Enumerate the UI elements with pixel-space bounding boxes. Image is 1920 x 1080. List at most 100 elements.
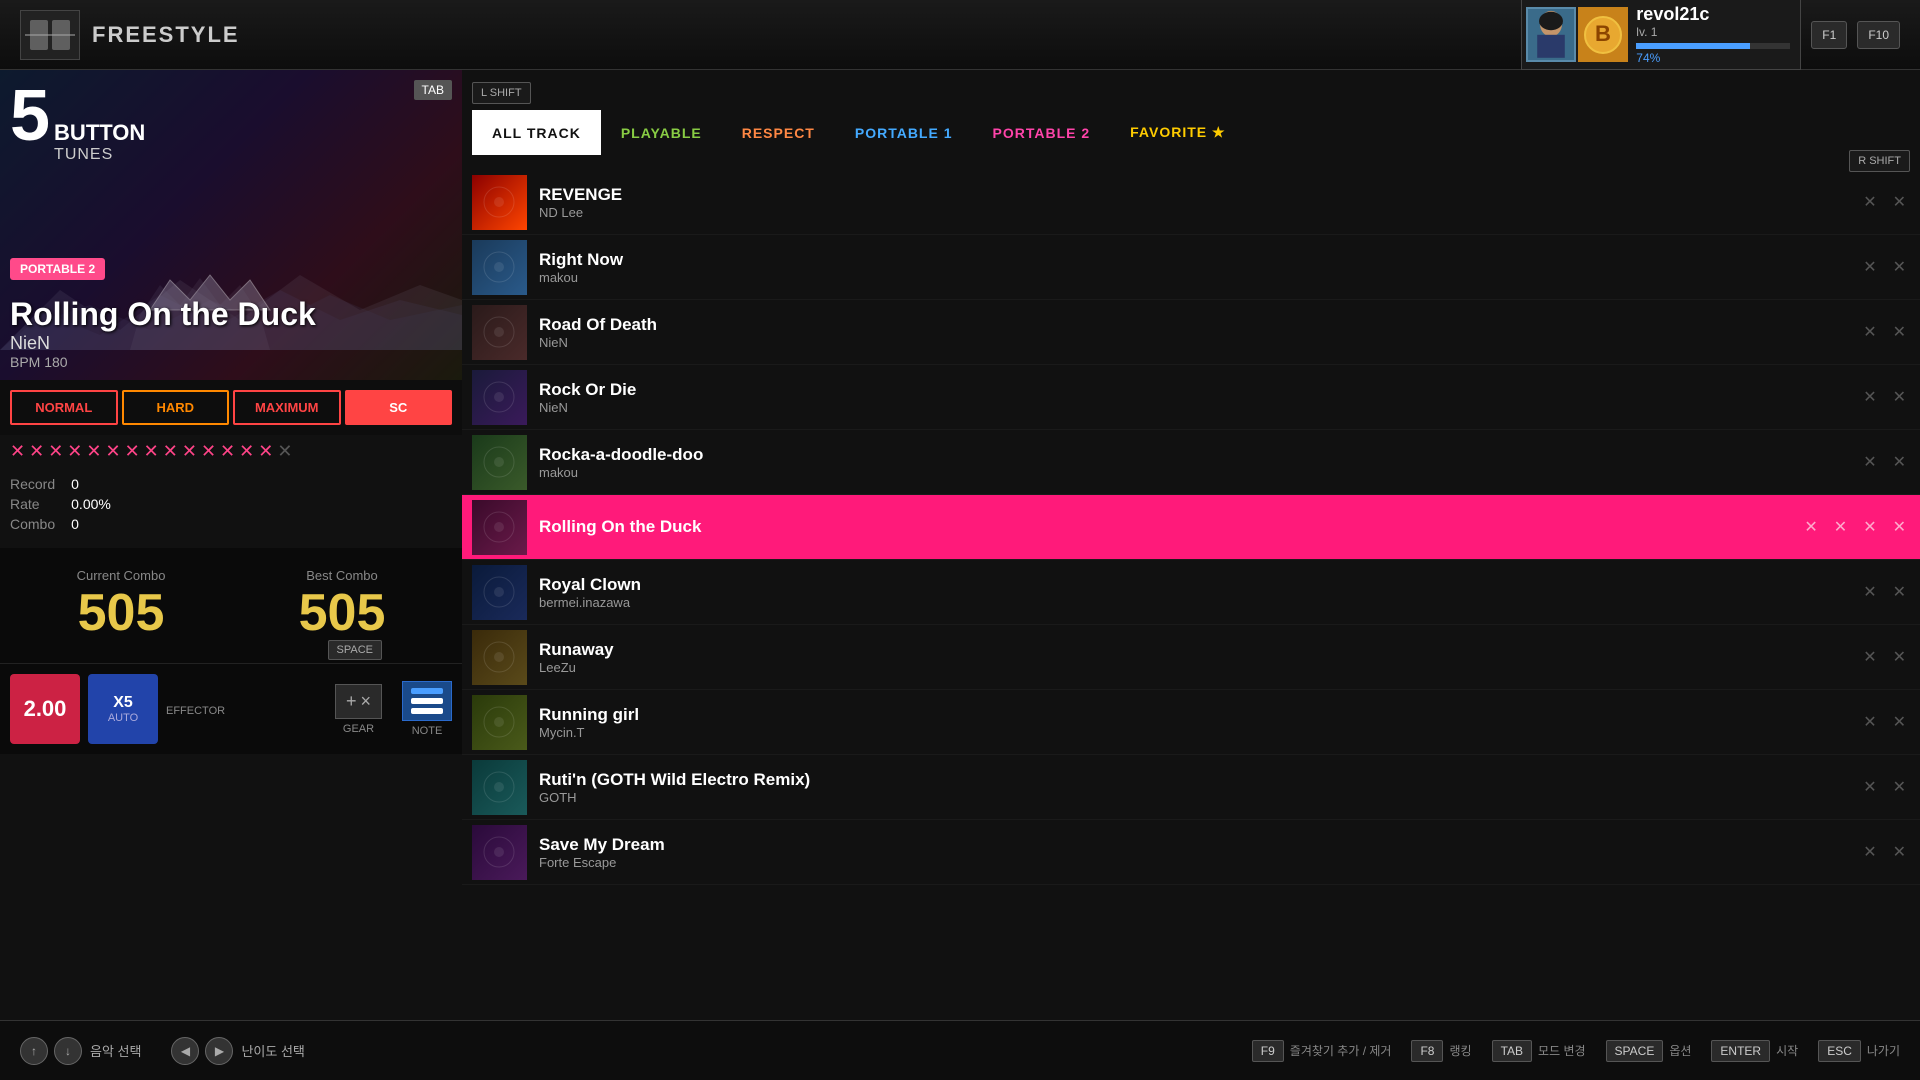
f1-button[interactable]: F1	[1811, 21, 1847, 49]
record-value: 0	[71, 476, 452, 492]
difficulty-hard[interactable]: HARD	[122, 390, 230, 425]
star-4: ✕	[67, 441, 82, 462]
lshift-badge: L SHIFT	[472, 82, 531, 104]
track-item-8[interactable]: Runaway LeeZu ✕ ✕	[462, 625, 1920, 690]
track-name-10: Ruti'n (GOTH Wild Electro Remix)	[539, 770, 1859, 790]
track-x1-9[interactable]: ✕	[1859, 708, 1880, 736]
tab-hint: TAB 모드 변경	[1492, 1040, 1586, 1062]
difficulty-sc[interactable]: SC	[345, 390, 453, 425]
right-arrow-icon[interactable]: ▶	[205, 1037, 233, 1065]
track-x2-9[interactable]: ✕	[1889, 708, 1910, 736]
song-bpm: BPM 180	[10, 354, 316, 370]
track-x1-3[interactable]: ✕	[1859, 318, 1880, 346]
track-actions-9: ✕ ✕	[1859, 708, 1910, 736]
track-item-4[interactable]: Rock Or Die NieN ✕ ✕	[462, 365, 1920, 430]
tab-portable1[interactable]: PORTABLE 1	[835, 110, 973, 155]
difficulty-maximum[interactable]: MAXIMUM	[233, 390, 341, 425]
difficulty-normal[interactable]: NORMAL	[10, 390, 118, 425]
tab-playable[interactable]: PLAYABLE	[601, 110, 722, 155]
f9-key[interactable]: F9	[1252, 1040, 1284, 1062]
track-actions-8: ✕ ✕	[1859, 643, 1910, 671]
track-x1-1[interactable]: ✕	[1859, 188, 1880, 216]
gear-button[interactable]: + ×	[335, 684, 382, 719]
track-item-6[interactable]: Rolling On the Duck ✕ ✕ ✕ ✕	[462, 495, 1920, 560]
enter-hint: ENTER 시작	[1711, 1040, 1798, 1062]
combo-area: Current Combo 505 Best Combo 505	[0, 548, 462, 663]
plus-icon: +	[346, 691, 357, 712]
track-x1-7[interactable]: ✕	[1859, 578, 1880, 606]
note-area: NOTE	[402, 681, 452, 737]
rating-row: ✕ ✕ ✕ ✕ ✕ ✕ ✕ ✕ ✕ ✕ ✕ ✕ ✕ ✕ ✕	[0, 435, 462, 468]
track-thumb-1	[472, 175, 527, 230]
track-item-5[interactable]: Rocka-a-doodle-doo makou ✕ ✕	[462, 430, 1920, 495]
music-select-group: ↑ ↓ 음악 선택	[20, 1037, 141, 1065]
track-item-3[interactable]: Road Of Death NieN ✕ ✕	[462, 300, 1920, 365]
gear-area: + × GEAR	[335, 684, 382, 735]
enter-key[interactable]: ENTER	[1711, 1040, 1770, 1062]
track-x2-5[interactable]: ✕	[1889, 448, 1910, 476]
track-x2-10[interactable]: ✕	[1889, 773, 1910, 801]
down-arrow-icon[interactable]: ↓	[54, 1037, 82, 1065]
track-x1-4[interactable]: ✕	[1859, 383, 1880, 411]
track-name-2: Right Now	[539, 250, 1859, 270]
track-info-4: Rock Or Die NieN	[539, 380, 1859, 415]
f10-button[interactable]: F10	[1857, 21, 1900, 49]
tab-all-track[interactable]: ALL TRACK	[472, 110, 601, 155]
track-x1-2[interactable]: ✕	[1859, 253, 1880, 281]
tab-favorite[interactable]: FAVORITE ★	[1110, 110, 1245, 155]
track-item-2[interactable]: Right Now makou ✕ ✕	[462, 235, 1920, 300]
track-x2-2[interactable]: ✕	[1889, 253, 1910, 281]
track-info-1: REVENGE ND Lee	[539, 185, 1859, 220]
track-x1-8[interactable]: ✕	[1859, 643, 1880, 671]
star-13: ✕	[239, 441, 254, 462]
track-info-8: Runaway LeeZu	[539, 640, 1859, 675]
speed-control[interactable]: 2.00	[10, 674, 80, 744]
track-x1-10[interactable]: ✕	[1859, 773, 1880, 801]
track-list: REVENGE ND Lee ✕ ✕ Right Now makou	[462, 170, 1920, 1020]
track-x2-8[interactable]: ✕	[1889, 643, 1910, 671]
esc-key[interactable]: ESC	[1818, 1040, 1861, 1062]
up-arrow-icon[interactable]: ↑	[20, 1037, 48, 1065]
track-x1-5[interactable]: ✕	[1859, 448, 1880, 476]
track-item-10[interactable]: Ruti'n (GOTH Wild Electro Remix) GOTH ✕ …	[462, 755, 1920, 820]
space-key[interactable]: SPACE	[1606, 1040, 1664, 1062]
track-x2-1[interactable]: ✕	[1889, 188, 1910, 216]
track-item-1[interactable]: REVENGE ND Lee ✕ ✕	[462, 170, 1920, 235]
track-x4-6[interactable]: ✕	[1889, 513, 1910, 541]
note-button[interactable]	[402, 681, 452, 721]
track-artist-11: Forte Escape	[539, 855, 1859, 870]
button-text: BUTTON	[54, 120, 145, 146]
track-x3-6[interactable]: ✕	[1859, 513, 1880, 541]
tab-action-text: 모드 변경	[1538, 1042, 1586, 1059]
track-item-7[interactable]: Royal Clown bermei.inazawa ✕ ✕	[462, 560, 1920, 625]
tab-key[interactable]: TAB	[1492, 1040, 1532, 1062]
track-item-9[interactable]: Running girl Mycin.T ✕ ✕	[462, 690, 1920, 755]
left-arrow-icon[interactable]: ◀	[171, 1037, 199, 1065]
rate-value: 0.00%	[71, 496, 452, 512]
track-thumb-9	[472, 695, 527, 750]
track-x1-11[interactable]: ✕	[1859, 838, 1880, 866]
track-x1-6[interactable]: ✕	[1800, 513, 1821, 541]
track-thumb-11	[472, 825, 527, 880]
track-thumb-3	[472, 305, 527, 360]
track-x2-4[interactable]: ✕	[1889, 383, 1910, 411]
track-artist-3: NieN	[539, 335, 1859, 350]
track-name-4: Rock Or Die	[539, 380, 1859, 400]
logo-area: FREESTYLE	[20, 10, 240, 60]
track-info-6: Rolling On the Duck	[539, 517, 1800, 537]
track-item-11[interactable]: Save My Dream Forte Escape ✕ ✕	[462, 820, 1920, 885]
user-profile: B revol21c lv. 1 74%	[1521, 0, 1801, 70]
track-x2-6[interactable]: ✕	[1830, 513, 1851, 541]
combo-value: 0	[71, 516, 452, 532]
f8-key[interactable]: F8	[1411, 1040, 1443, 1062]
tab-portable2[interactable]: PORTABLE 2	[973, 110, 1111, 155]
star-8: ✕	[144, 441, 159, 462]
track-x2-11[interactable]: ✕	[1889, 838, 1910, 866]
fever-control[interactable]: X5 AUTO	[88, 674, 158, 744]
tab-respect[interactable]: RESPECT	[722, 110, 835, 155]
track-x2-3[interactable]: ✕	[1889, 318, 1910, 346]
top-bar: FREESTYLE B	[0, 0, 1920, 70]
x-icon: ×	[360, 691, 371, 712]
bottom-actions: F9 즐겨찾기 추가 / 제거 F8 랭킹 TAB 모드 변경 SPACE 옵션…	[1252, 1040, 1900, 1062]
track-x2-7[interactable]: ✕	[1889, 578, 1910, 606]
